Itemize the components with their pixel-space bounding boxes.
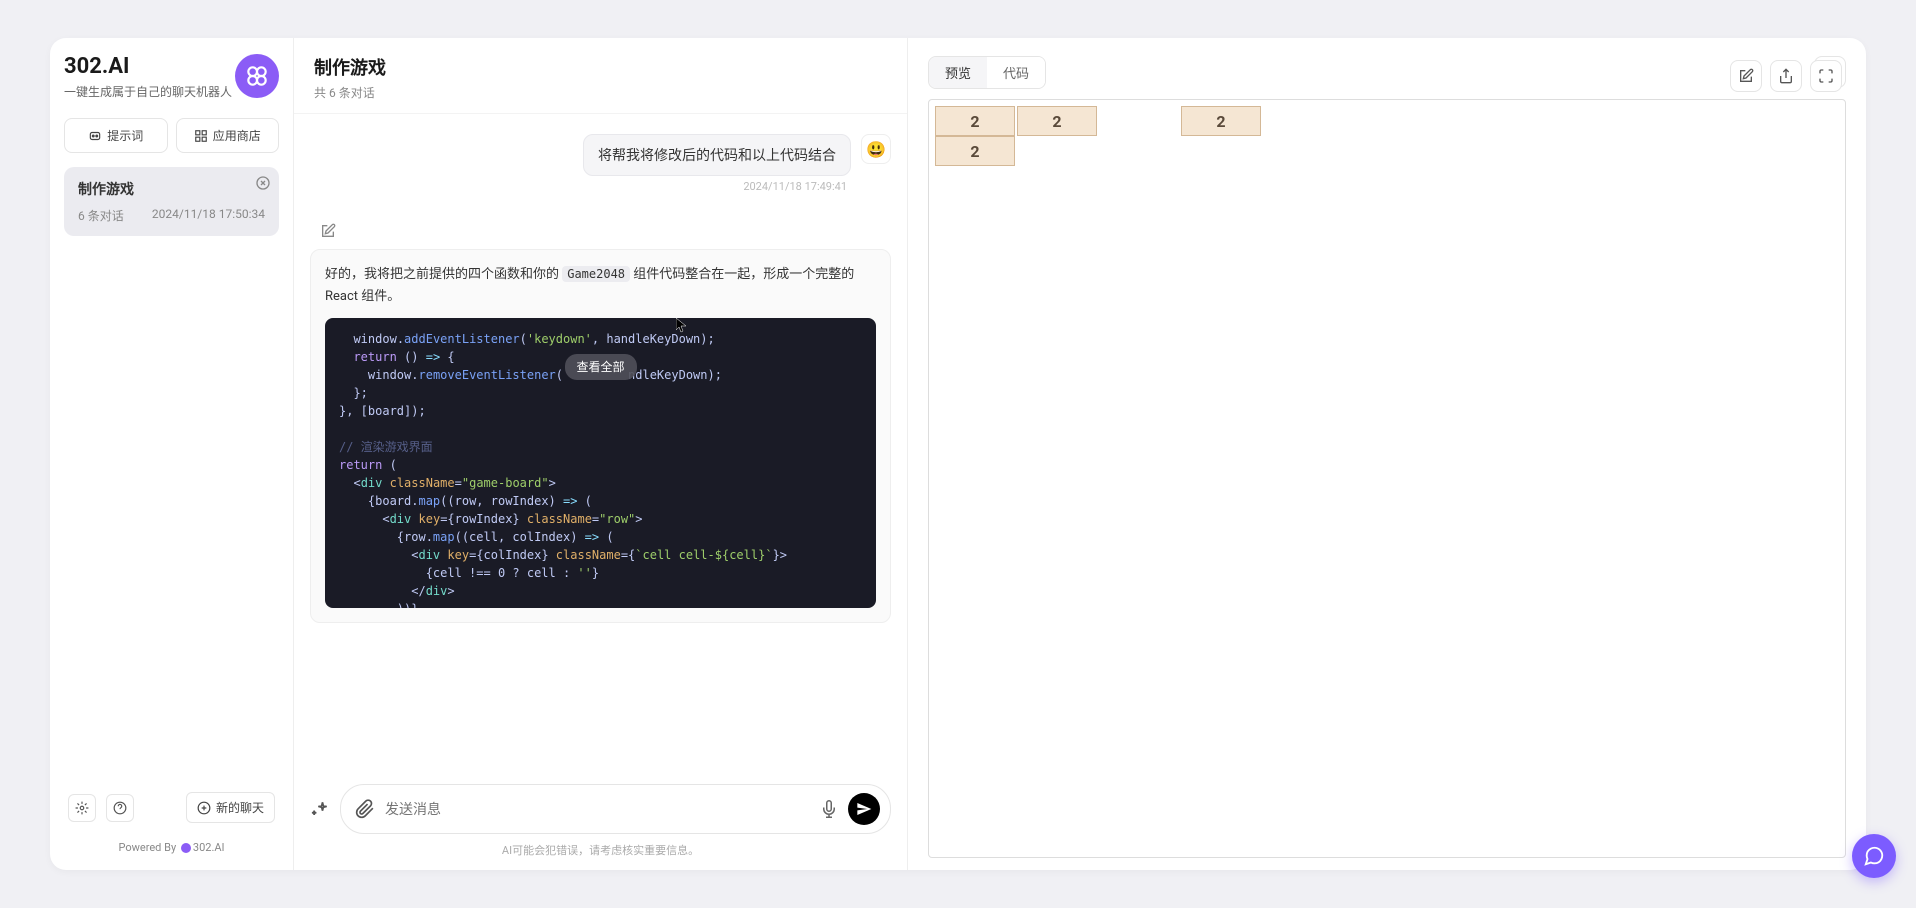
game-cell: 2 (1181, 106, 1261, 136)
new-chat-label: 新的聊天 (216, 799, 264, 816)
conversation-meta: 6 条对话 2024/11/18 17:50:34 (78, 207, 265, 224)
magic-icon[interactable] (310, 799, 330, 819)
game-cell: 2 (1017, 106, 1097, 136)
message-timestamp: 2024/11/18 17:49:41 (310, 180, 891, 193)
chat-panel: 制作游戏 共 6 条对话 将帮我将修改后的代码和以上代码结合 😃 2024/11… (294, 38, 908, 870)
mask-icon (88, 129, 102, 143)
mic-icon[interactable] (820, 800, 838, 818)
game-row: 2 2 2 (935, 106, 1839, 136)
apps-label: 应用商店 (213, 127, 261, 144)
ai-msg-prefix: 好的，我将把之前提供的四个函数和你的 (325, 267, 562, 282)
edit-button[interactable] (1730, 60, 1762, 92)
user-avatar: 😃 (861, 134, 891, 164)
user-message-bubble: 将帮我将修改后的代码和以上代码结合 (583, 134, 851, 176)
conversation-title: 制作游戏 (78, 179, 265, 199)
app-container: 302.AI 一键生成属于自己的聊天机器人 提示词 应用商店 制作游戏 6 条对… (50, 38, 1866, 870)
floating-chat-button[interactable] (1852, 834, 1896, 878)
plus-circle-icon (197, 801, 211, 815)
brand-title: 302.AI (64, 54, 232, 79)
sidebar-footer: 新的聊天 Powered By 302.AI (64, 784, 279, 854)
input-row (310, 784, 891, 834)
view-all-button[interactable]: 查看全部 (564, 354, 636, 380)
conversation-timestamp: 2024/11/18 17:50:34 (152, 207, 265, 224)
grid-icon (194, 129, 208, 143)
disclaimer: AI可能会犯错误，请考虑核实重要信息。 (310, 842, 891, 858)
app-store-button[interactable]: 应用商店 (176, 118, 280, 153)
tab-preview[interactable]: 预览 (929, 57, 987, 88)
chat-header: 制作游戏 共 6 条对话 (294, 38, 907, 114)
ai-msg-code-tag: Game2048 (562, 266, 630, 282)
game-cell: 2 (935, 106, 1015, 136)
message-input-box (340, 784, 891, 834)
conversation-item[interactable]: 制作游戏 6 条对话 2024/11/18 17:50:34 (64, 167, 279, 236)
expand-button[interactable] (1810, 60, 1842, 92)
conversation-count: 6 条对话 (78, 207, 124, 224)
new-chat-button[interactable]: 新的聊天 (186, 792, 275, 823)
tab-code[interactable]: 代码 (987, 57, 1045, 88)
chat-messages[interactable]: 将帮我将修改后的代码和以上代码结合 😃 2024/11/18 17:49:41 … (294, 114, 907, 774)
close-conversation-icon[interactable] (255, 175, 271, 191)
game-cell-empty (1099, 106, 1179, 136)
share-button[interactable] (1770, 60, 1802, 92)
user-message-row: 将帮我将修改后的代码和以上代码结合 😃 (310, 134, 891, 176)
preview-header: 预览 代码 (928, 56, 1846, 89)
message-input[interactable] (385, 801, 810, 817)
settings-icon[interactable] (68, 794, 96, 822)
sidebar: 302.AI 一键生成属于自己的聊天机器人 提示词 应用商店 制作游戏 6 条对… (50, 38, 294, 870)
brand-block: 302.AI 一键生成属于自己的聊天机器人 (64, 54, 232, 100)
chat-title-block: 制作游戏 共 6 条对话 (314, 54, 386, 101)
prompts-button[interactable]: 提示词 (64, 118, 168, 153)
prompts-label: 提示词 (107, 127, 143, 144)
header-actions (1730, 60, 1842, 92)
attach-icon[interactable] (355, 799, 375, 819)
game-row: 2 (935, 136, 1839, 166)
code-block: 查看全部 window.addEventListener('keydown', … (325, 318, 876, 608)
sidebar-header: 302.AI 一键生成属于自己的聊天机器人 (64, 54, 279, 100)
preview-panel: 预览 代码 2 2 2 2 (908, 38, 1866, 870)
footer-icons (68, 794, 134, 822)
chat-input-area: AI可能会犯错误，请考虑核实重要信息。 (294, 774, 907, 870)
edit-icon[interactable] (320, 223, 336, 239)
powered-by-prefix: Powered By (118, 841, 176, 854)
brand-logo-icon (235, 54, 279, 98)
send-button[interactable] (848, 793, 880, 825)
preview-canvas: 2 2 2 2 (928, 99, 1846, 858)
footer-row: 新的聊天 (64, 784, 279, 831)
brand-subtitle: 一键生成属于自己的聊天机器人 (64, 83, 232, 100)
powered-by: Powered By 302.AI (64, 841, 279, 854)
help-icon[interactable] (106, 794, 134, 822)
chat-subtitle: 共 6 条对话 (314, 84, 386, 101)
powered-by-brand: 302.AI (193, 841, 225, 854)
preview-tabs: 预览 代码 (928, 56, 1046, 89)
sidebar-buttons: 提示词 应用商店 (64, 118, 279, 153)
brand-dot-icon (181, 843, 191, 853)
game-cell: 2 (935, 136, 1015, 166)
ai-message-bubble: 好的，我将把之前提供的四个函数和你的 Game2048 组件代码整合在一起，形成… (310, 249, 891, 623)
chat-title: 制作游戏 (314, 54, 386, 80)
